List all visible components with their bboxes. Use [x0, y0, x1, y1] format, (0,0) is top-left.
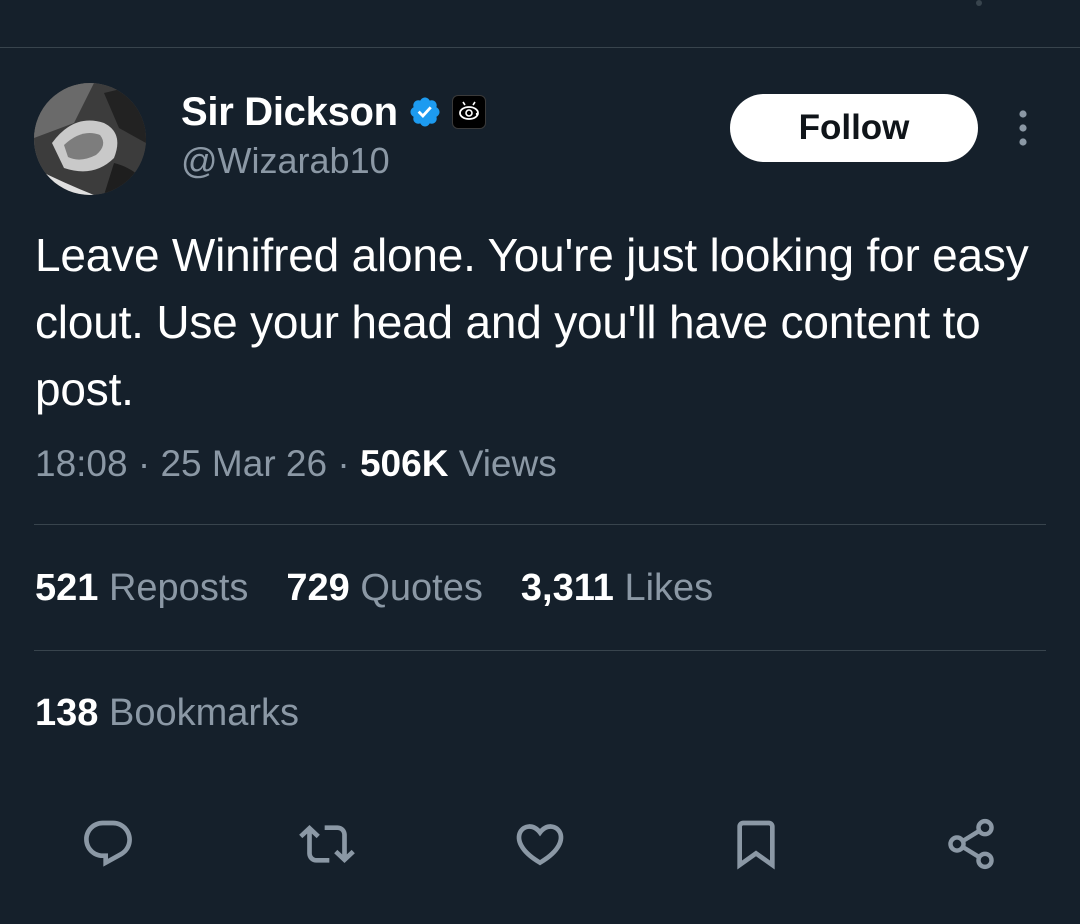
- views-label: Views: [458, 443, 557, 484]
- views-count: 506K: [359, 443, 449, 484]
- quotes-label: Quotes: [360, 567, 483, 609]
- likes-count: 3,311: [520, 567, 614, 609]
- tweet-text: Leave Winifred alone. You're just lookin…: [35, 229, 1029, 415]
- quotes-stat[interactable]: 729 Quotes: [286, 567, 483, 610]
- divider: [34, 524, 1046, 525]
- like-icon[interactable]: [508, 812, 572, 876]
- bookmarks-count: 138: [35, 692, 99, 734]
- avatar[interactable]: [34, 83, 146, 195]
- share-icon[interactable]: [939, 812, 1003, 876]
- reposts-count: 521: [35, 567, 99, 609]
- tweet-meta: 18:08 · 25 Mar 26 · 506K Views: [35, 443, 557, 485]
- author-handle[interactable]: @Wizarab10: [181, 140, 390, 182]
- bookmark-icon[interactable]: [724, 812, 788, 876]
- tweet-date[interactable]: 25 Mar 26: [160, 443, 327, 484]
- tweet-time[interactable]: 18:08: [35, 443, 128, 484]
- more-options-icon[interactable]: [1006, 106, 1040, 150]
- reposts-label: Reposts: [108, 567, 249, 609]
- meta-separator: ·: [137, 443, 151, 484]
- repost-icon[interactable]: [295, 812, 359, 876]
- quotes-count: 729: [286, 567, 350, 609]
- top-divider: [0, 47, 1080, 48]
- affiliate-logo-icon: [458, 101, 479, 120]
- meta-separator: ·: [337, 443, 350, 484]
- bookmarks-label: Bookmarks: [108, 692, 300, 734]
- likes-stat[interactable]: 3,311 Likes: [521, 567, 713, 610]
- avatar-photo: [34, 83, 146, 195]
- top-edge-marker: [976, 0, 982, 6]
- affiliate-badge-icon[interactable]: [451, 95, 486, 129]
- author-display-name[interactable]: Sir Dickson: [181, 90, 398, 135]
- bookmarks-stat[interactable]: 138 Bookmarks: [35, 692, 299, 735]
- follow-button[interactable]: Follow: [730, 94, 978, 162]
- action-bar: [0, 812, 1080, 876]
- likes-label: Likes: [624, 567, 714, 609]
- author-name-row[interactable]: Sir Dickson: [181, 90, 486, 134]
- engagement-stats: 521 Reposts 729 Quotes 3,311 Likes: [35, 567, 751, 610]
- divider: [34, 650, 1046, 651]
- reposts-stat[interactable]: 521 Reposts: [35, 567, 248, 610]
- verified-badge-icon[interactable]: [408, 95, 442, 129]
- reply-icon[interactable]: [76, 812, 140, 876]
